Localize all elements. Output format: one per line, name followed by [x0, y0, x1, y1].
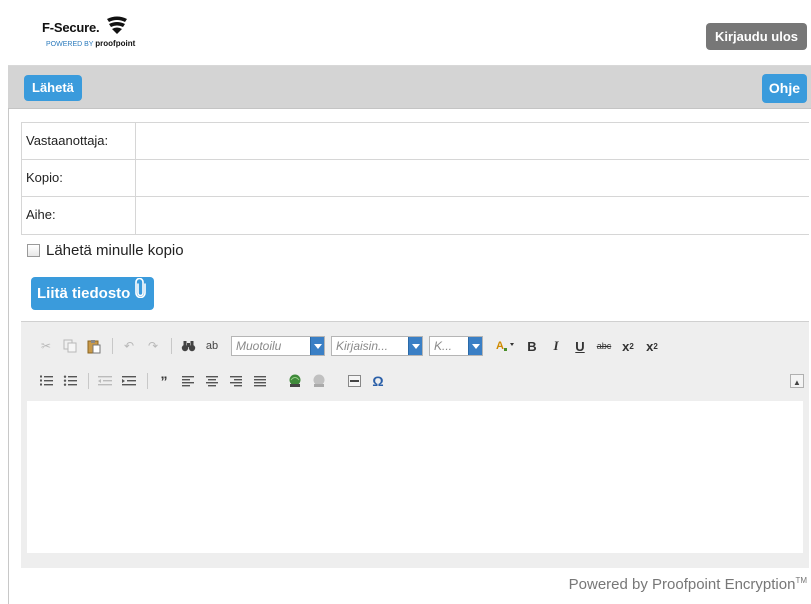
strikethrough-icon[interactable]: abc: [593, 335, 615, 357]
unlink-icon[interactable]: [308, 370, 330, 392]
indent-icon[interactable]: [118, 370, 140, 392]
footer-powered-by: Powered by Proofpoint EncryptionTM: [569, 576, 807, 593]
justify-icon[interactable]: [249, 370, 271, 392]
replace-icon[interactable]: ab: [201, 335, 223, 357]
subscript-icon[interactable]: x2: [617, 335, 639, 357]
to-row: Vastaanottaja:: [22, 123, 809, 160]
size-combo[interactable]: K...: [429, 336, 483, 356]
superscript-icon[interactable]: x2: [641, 335, 663, 357]
trademark-symbol: TM: [795, 576, 807, 585]
blockquote-icon[interactable]: ”: [153, 370, 175, 392]
paste-icon[interactable]: [83, 335, 105, 357]
format-combo-value: Muotoilu: [236, 339, 282, 353]
outdent-icon[interactable]: [94, 370, 116, 392]
subject-label: Aihe:: [22, 197, 136, 234]
align-right-icon[interactable]: [225, 370, 247, 392]
logout-button[interactable]: Kirjaudu ulos: [705, 23, 807, 50]
editor-toolbar-row-1: ✂ ↶ ↷ ab Muotoilu Kirjaisin... K... A B …: [35, 333, 665, 359]
chevron-down-icon[interactable]: [468, 337, 482, 355]
powered-by-prefix: POWERED BY: [46, 41, 94, 48]
underline-icon[interactable]: U: [569, 335, 591, 357]
toolbar-spacer: [278, 373, 279, 389]
bold-icon[interactable]: B: [521, 335, 543, 357]
toolbar-separator: [112, 338, 113, 354]
chevron-down-icon[interactable]: [408, 337, 422, 355]
message-body[interactable]: [27, 401, 803, 553]
attach-file-button[interactable]: Liitä tiedosto: [31, 277, 155, 310]
cc-label: Kopio:: [22, 160, 136, 196]
cut-icon[interactable]: ✂: [35, 335, 57, 357]
send-copy-checkbox[interactable]: [27, 243, 40, 257]
copy-icon[interactable]: [59, 335, 81, 357]
redo-icon[interactable]: ↷: [142, 335, 164, 357]
italic-icon[interactable]: I: [545, 335, 567, 357]
action-bar: Lähetä Ohje: [8, 66, 811, 109]
toolbar-separator: [88, 373, 89, 389]
fsecure-logo: F-Secure. POWERED BY proofpoint: [42, 14, 182, 54]
header: F-Secure. POWERED BY proofpoint Kirjaudu…: [8, 0, 811, 66]
footer-text: Powered by Proofpoint Encryption: [568, 576, 796, 593]
svg-text:A: A: [496, 340, 504, 352]
to-input[interactable]: [137, 123, 809, 159]
size-combo-value: K...: [434, 339, 453, 353]
brand-name: F-Secure.: [42, 20, 100, 35]
fsecure-logo-icon: [107, 16, 127, 34]
text-color-icon[interactable]: A: [493, 335, 519, 357]
bulleted-list-icon[interactable]: [59, 370, 81, 392]
toolbar-spacer: [337, 373, 338, 389]
link-icon[interactable]: [284, 370, 306, 392]
subject-input[interactable]: [137, 197, 809, 234]
send-copy-label: Lähetä minulle kopio: [46, 241, 184, 259]
chevron-down-icon[interactable]: [310, 337, 324, 355]
toolbar-separator: [171, 338, 172, 354]
send-button[interactable]: Lähetä: [24, 75, 82, 101]
find-icon[interactable]: [177, 335, 199, 357]
message-form: Vastaanottaja: Kopio: Aihe:: [21, 122, 809, 235]
to-label: Vastaanottaja:: [22, 123, 136, 159]
horizontal-rule-icon[interactable]: [343, 370, 365, 392]
undo-icon[interactable]: ↶: [118, 335, 140, 357]
format-combo[interactable]: Muotoilu: [231, 336, 325, 356]
subject-row: Aihe:: [22, 197, 809, 234]
attach-file-label: Liitä tiedosto: [37, 285, 131, 302]
numbered-list-icon[interactable]: [35, 370, 57, 392]
powered-by-tagline: POWERED BY proofpoint: [46, 39, 135, 48]
editor-toolbar-row-2: ” Ω: [35, 368, 391, 394]
help-button[interactable]: Ohje: [761, 74, 807, 103]
cc-input[interactable]: [137, 160, 809, 196]
toolbar-collapse-icon[interactable]: ▲: [790, 374, 804, 388]
send-copy-option[interactable]: Lähetä minulle kopio: [27, 240, 184, 260]
align-left-icon[interactable]: [177, 370, 199, 392]
special-char-icon[interactable]: Ω: [367, 370, 389, 392]
cc-row: Kopio:: [22, 160, 809, 197]
paperclip-icon: [135, 277, 147, 310]
font-combo-value: Kirjaisin...: [336, 339, 389, 353]
toolbar-separator: [147, 373, 148, 389]
font-combo[interactable]: Kirjaisin...: [331, 336, 423, 356]
align-center-icon[interactable]: [201, 370, 223, 392]
powered-by-name: proofpoint: [95, 39, 136, 48]
rich-text-editor: ✂ ↶ ↷ ab Muotoilu Kirjaisin... K... A B …: [21, 321, 809, 568]
